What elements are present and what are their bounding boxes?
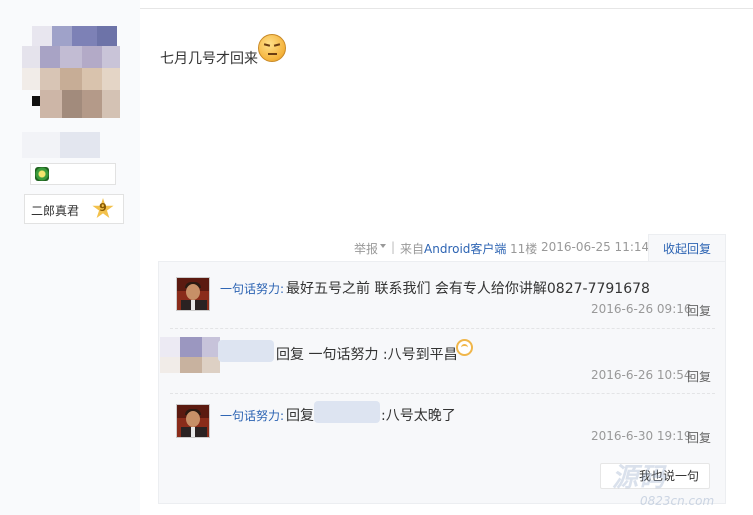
frown-face-icon bbox=[258, 34, 286, 62]
reply-button[interactable]: 回复 bbox=[687, 302, 711, 319]
level-number: 9 bbox=[99, 201, 107, 214]
reply-content-suffix: :八号太晚了 bbox=[381, 408, 456, 424]
reply-button[interactable]: 回复 bbox=[687, 368, 711, 385]
floor-number: 11楼 bbox=[510, 242, 538, 256]
reply-author[interactable]: 一句话努力: bbox=[220, 407, 284, 424]
reply-divider bbox=[170, 393, 715, 395]
member-badge-icon bbox=[35, 167, 49, 181]
reply-time: 2016-6-26 09:16 bbox=[591, 302, 692, 316]
site-watermark-url: 0823cn.com bbox=[640, 494, 715, 508]
reply-time: 2016-6-26 10:54 bbox=[591, 368, 692, 382]
reply-content-prefix: 回复 bbox=[286, 408, 314, 424]
report-link[interactable]: 举报 bbox=[354, 240, 378, 257]
reply-time: 2016-6-30 19:19 bbox=[591, 429, 692, 443]
reply-content: 最好五号之前 联系我们 会有专人给你讲解0827-7791678 bbox=[286, 281, 650, 297]
reply-content: 回复 一句话努力 :八号到平昌 bbox=[276, 347, 458, 363]
member-badge[interactable] bbox=[30, 163, 116, 185]
avatar-blur bbox=[22, 120, 102, 160]
author-avatar[interactable] bbox=[22, 26, 122, 122]
post-source: 来自Android客户端 bbox=[400, 240, 506, 257]
username[interactable]: 二郎真君 bbox=[31, 202, 79, 219]
android-client-link[interactable]: Android客户端 bbox=[424, 242, 506, 256]
reply-avatar-pixelated[interactable] bbox=[160, 337, 220, 373]
smile-icon bbox=[456, 339, 473, 356]
reply-author-blurred[interactable] bbox=[218, 340, 274, 362]
reply-button[interactable]: 回复 bbox=[687, 429, 711, 446]
reply-divider bbox=[170, 328, 715, 330]
source-prefix: 来自 bbox=[400, 242, 425, 256]
reply-author[interactable]: 一句话努力: bbox=[220, 280, 284, 297]
caret-down-icon[interactable] bbox=[380, 244, 386, 248]
top-divider bbox=[140, 8, 753, 9]
reply-avatar[interactable] bbox=[176, 277, 210, 311]
tail-separator: | bbox=[391, 240, 396, 254]
mentioned-user-blurred[interactable] bbox=[314, 401, 380, 423]
user-level-box[interactable]: 二郎真君 9 bbox=[24, 194, 124, 224]
post-date: 2016-06-25 11:14 bbox=[541, 240, 650, 254]
reply-avatar[interactable] bbox=[176, 404, 210, 438]
collapse-replies-button[interactable]: 收起回复 bbox=[648, 234, 726, 262]
post-content: 七月几号才回来 bbox=[160, 51, 258, 67]
